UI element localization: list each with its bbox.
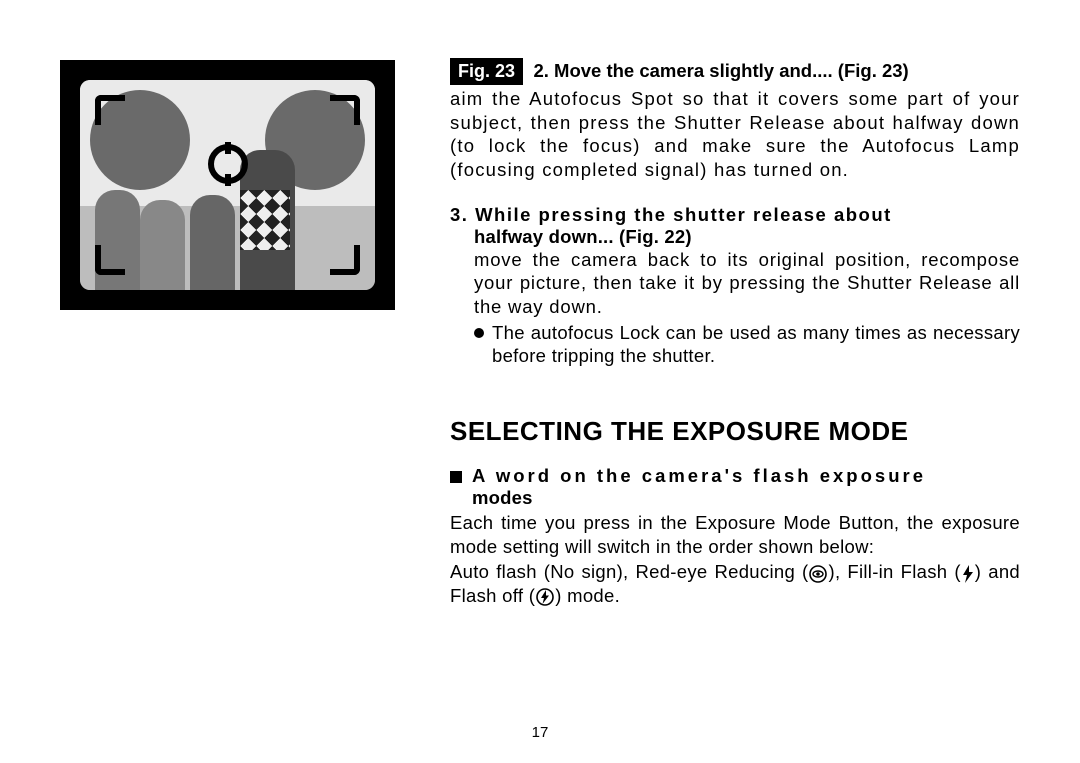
section-para-1: Each time you press in the Exposure Mode…: [450, 511, 1020, 558]
figure-23-image: [80, 80, 375, 290]
section-modes-line: Auto flash (No sign), Red-eye Reducing (…: [450, 560, 1020, 607]
autofocus-spot-icon: [208, 144, 248, 184]
red-eye-icon: [809, 565, 827, 583]
bullet-icon: [474, 328, 484, 338]
figure-23-frame: [60, 60, 395, 310]
step-2-body: aim the Autofocus Spot so that it covers…: [450, 87, 1020, 182]
flash-off-icon: [536, 588, 554, 606]
viewfinder-bracket-icon: [95, 95, 125, 125]
step-2-title: 2. Move the camera slightly and.... (Fig…: [533, 60, 908, 81]
step-3-bullet: The autofocus Lock can be used as many t…: [492, 321, 1020, 368]
viewfinder-bracket-icon: [330, 95, 360, 125]
viewfinder-bracket-icon: [95, 245, 125, 275]
section-heading: SELECTING THE EXPOSURE MODE: [450, 416, 1020, 447]
page-number: 17: [532, 724, 549, 741]
figure-label-badge: Fig. 23: [450, 58, 523, 85]
square-bullet-icon: [450, 471, 462, 483]
step-3-title: 3. While pressing the shutter release ab…: [450, 204, 1020, 248]
section-subheading: A word on the camera's flash exposure mo…: [472, 465, 926, 509]
step-3-body: move the camera back to its original pos…: [450, 248, 1020, 319]
viewfinder-bracket-icon: [330, 245, 360, 275]
flash-icon: [962, 565, 974, 583]
